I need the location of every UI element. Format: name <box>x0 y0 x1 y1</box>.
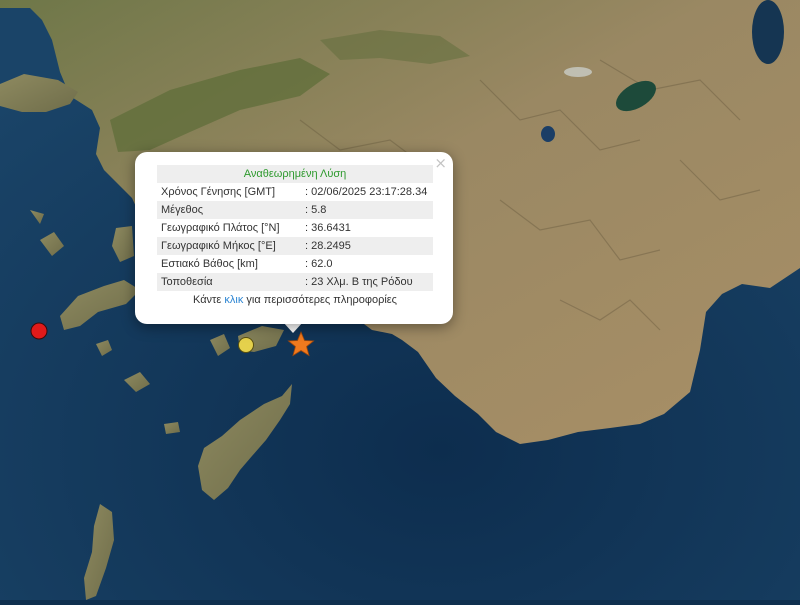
depth-label: Εστιακό Βάθος [km] <box>161 258 258 270</box>
earthquake-info-table: Αναθεωρημένη Λύση Χρόνος Γένησης [GMT] :… <box>157 165 433 309</box>
magnitude-value: : 5.8 <box>301 201 433 219</box>
lake-north-east <box>752 0 784 64</box>
more-info-line: Κάντε κλικ για περισσότερες πληροφορίες <box>157 291 433 309</box>
popup-title: Αναθεωρημένη Λύση <box>157 165 433 183</box>
event-marker-red[interactable] <box>30 322 48 340</box>
magnitude-label: Μέγεθος <box>157 201 301 219</box>
latitude-value: : 36.6431 <box>305 222 351 234</box>
origin-time-label: Χρόνος Γένησης [GMT] <box>161 186 276 198</box>
more-info-prefix: Κάντε <box>193 294 225 306</box>
event-marker-yellow[interactable] <box>238 337 254 353</box>
longitude-value: : 28.2495 <box>301 237 433 255</box>
more-info-link[interactable]: κλικ <box>224 294 243 306</box>
depth-value: : 62.0 <box>305 258 333 270</box>
longitude-label: Γεωγραφικό Μήκος [°E] <box>157 237 301 255</box>
salt-lake <box>564 67 592 77</box>
earthquake-info-popup: × Αναθεωρημένη Λύση Χρόνος Γένησης [GMT]… <box>135 152 453 324</box>
latitude-label: Γεωγραφικό Πλάτος [°N] <box>161 222 280 234</box>
island-small-2 <box>164 422 180 434</box>
close-icon[interactable]: × <box>434 156 447 171</box>
origin-time-value: : 02/06/2025 23:17:28.34 <box>305 186 428 198</box>
location-label: Τοποθεσία <box>157 273 301 291</box>
location-value: : 23 Χλμ. Β της Ρόδου <box>301 273 433 291</box>
more-info-suffix: για περισσότερες πληροφορίες <box>243 294 397 306</box>
lake-small <box>541 126 555 142</box>
